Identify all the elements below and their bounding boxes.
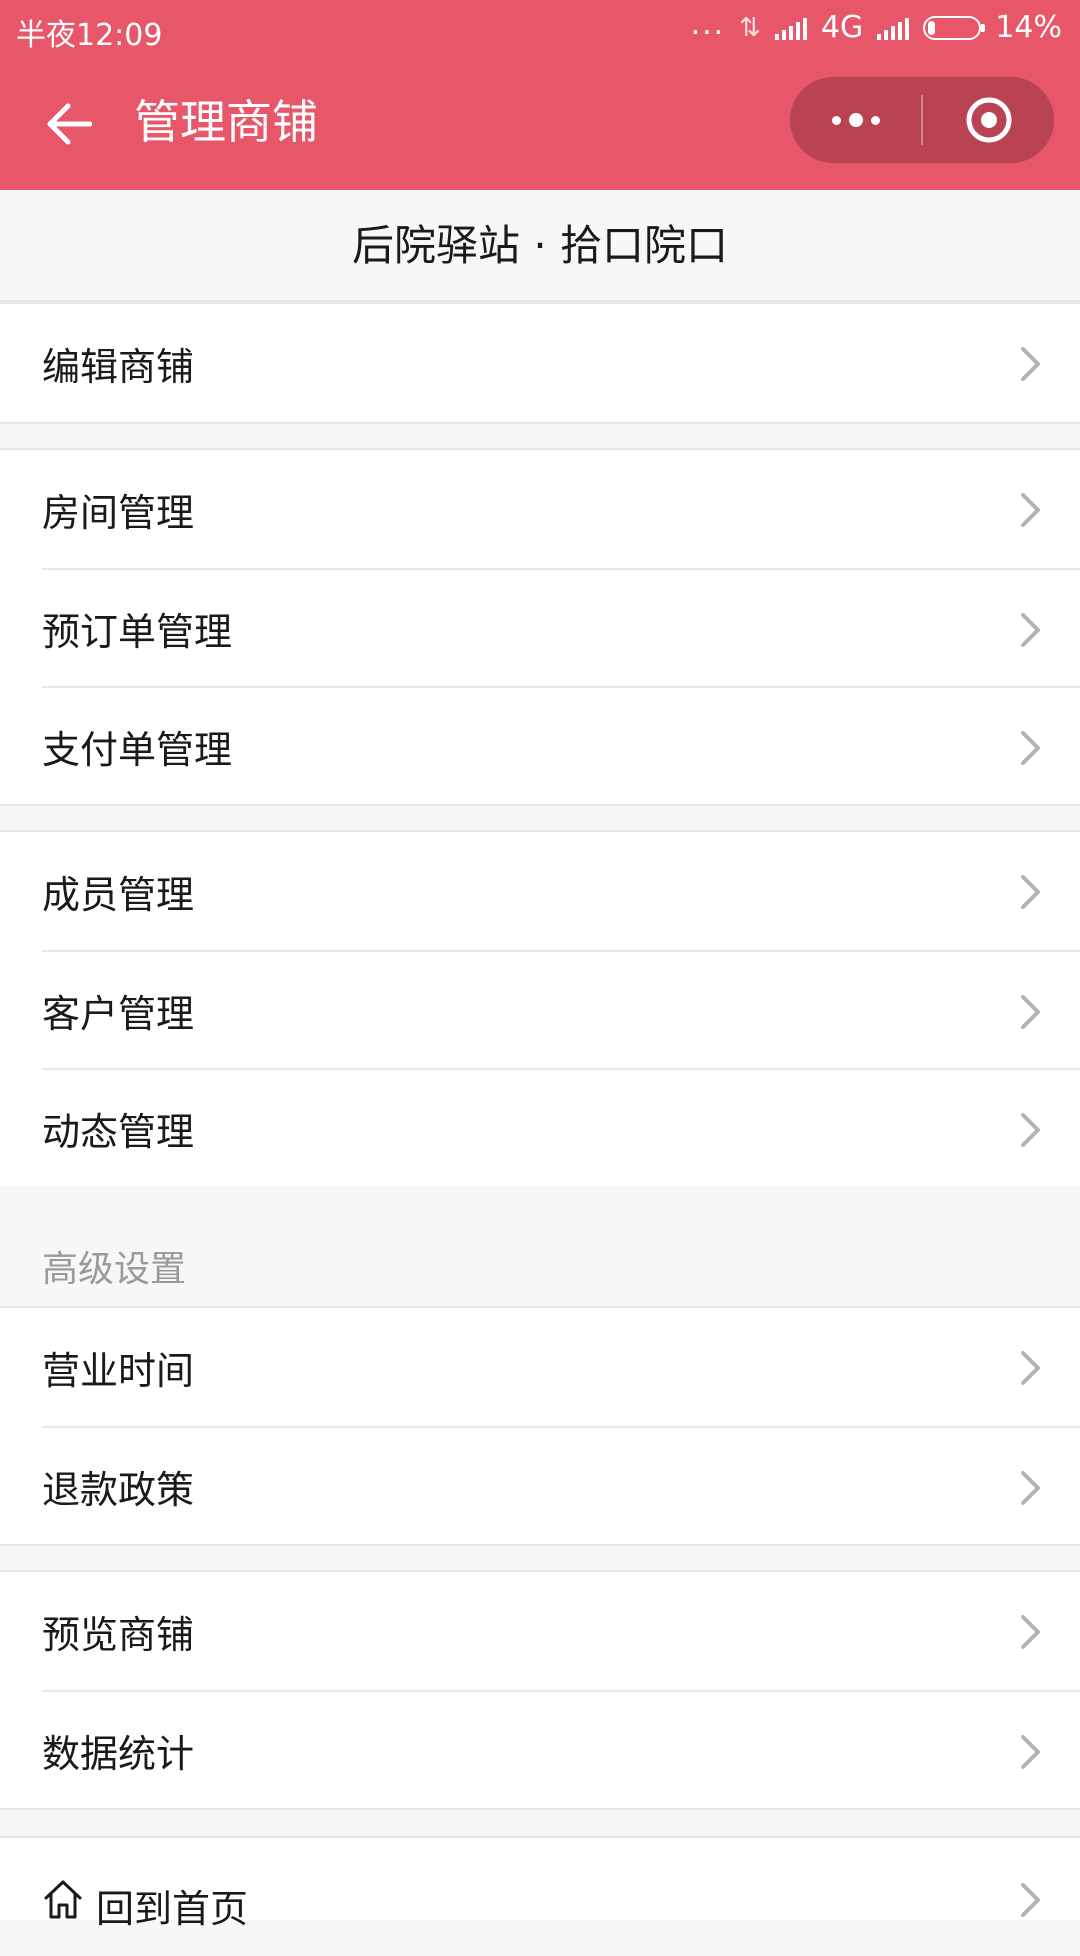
menu-item-label: 营业时间 [42,1348,195,1393]
menu-item-label: 编辑商铺 [42,344,195,389]
signal-icon-2 [877,16,910,40]
shop-name: 后院驿站 · 拾口院口 [0,190,1080,302]
status-indicators: ... ⇅ 4G 14% [690,6,1062,45]
chevron-right-icon [1021,347,1040,381]
menu-item-back-home[interactable]: 回到首页 [42,1838,1080,1956]
chevron-right-icon [1021,1735,1040,1769]
battery-icon [923,15,986,40]
close-button[interactable] [923,77,1054,163]
arrow-left-icon [47,103,92,145]
nav-bar: 管理商铺 [0,58,1080,190]
menu-item-label: 数据统计 [42,1731,195,1776]
group-advanced: 营业时间 退款政策 [0,1306,1080,1546]
group-orders: 房间管理 预订单管理 支付单管理 [0,448,1080,806]
menu-item-member-management[interactable]: 成员管理 [42,832,1080,950]
chevron-right-icon [1021,1471,1040,1505]
group-people: 成员管理 客户管理 动态管理 [0,830,1080,1188]
menu-item-data-statistics[interactable]: 数据统计 [42,1690,1080,1808]
menu-item-label: 预订单管理 [42,609,233,654]
network-type: 4G [820,10,864,45]
chevron-right-icon [1021,1351,1040,1385]
data-transfer-icon: ⇅ [739,12,761,43]
chevron-right-icon [1021,1615,1040,1649]
more-dot-right [870,115,880,125]
battery-percent: 14% [995,10,1062,45]
menu-item-edit-shop[interactable]: 编辑商铺 [42,304,1080,422]
mini-program-capsule [790,77,1054,163]
battery-fill [928,20,936,35]
section-header-label: 高级设置 [42,1249,187,1290]
menu-item-refund-policy[interactable]: 退款政策 [42,1426,1080,1544]
chevron-right-icon [1021,613,1040,647]
group-shop: 编辑商铺 [0,302,1080,424]
chevron-right-icon [1021,1113,1040,1147]
menu-item-label: 预览商铺 [42,1612,195,1657]
menu-item-label: 成员管理 [42,872,195,917]
chevron-right-icon [1021,875,1040,909]
menu-item-booking-management[interactable]: 预订单管理 [42,568,1080,686]
chevron-right-icon [1021,493,1040,527]
menu-item-business-hours[interactable]: 营业时间 [42,1308,1080,1426]
menu-item-label: 支付单管理 [42,727,233,772]
menu-item-feed-management[interactable]: 动态管理 [42,1068,1080,1186]
back-button[interactable] [40,94,96,154]
menu-item-payment-management[interactable]: 支付单管理 [42,686,1080,804]
header: 半夜12:09 ... ⇅ 4G 14% 管理商铺 [0,0,1080,190]
home-icon [44,1880,82,1919]
chevron-right-icon [1021,995,1040,1029]
group-home: 回到首页 [0,1836,1080,1931]
page-title: 管理商铺 [134,95,318,149]
menu-item-label: 回到首页 [96,1887,249,1931]
chevron-right-icon [1021,731,1040,765]
status-bar: 半夜12:09 ... ⇅ 4G 14% [0,0,1080,58]
signal-icon [774,16,807,40]
section-header-advanced: 高级设置 [0,1186,1080,1306]
chevron-right-icon [1021,1883,1040,1917]
more-button[interactable] [790,77,921,163]
menu-item-preview-shop[interactable]: 预览商铺 [42,1572,1080,1690]
status-dots: ... [690,6,726,42]
group-preview: 预览商铺 数据统计 [0,1570,1080,1810]
menu-item-room-management[interactable]: 房间管理 [42,450,1080,568]
target-close-icon [966,97,1011,143]
menu-item-customer-management[interactable]: 客户管理 [42,950,1080,1068]
menu-item-label: 退款政策 [42,1467,195,1512]
menu-item-label: 客户管理 [42,991,195,1036]
more-dots-icon [831,115,841,125]
status-time: 半夜12:09 [16,18,163,53]
menu-item-label: 房间管理 [42,490,195,535]
more-dot-center [848,113,863,127]
menu-item-label: 动态管理 [42,1109,195,1154]
